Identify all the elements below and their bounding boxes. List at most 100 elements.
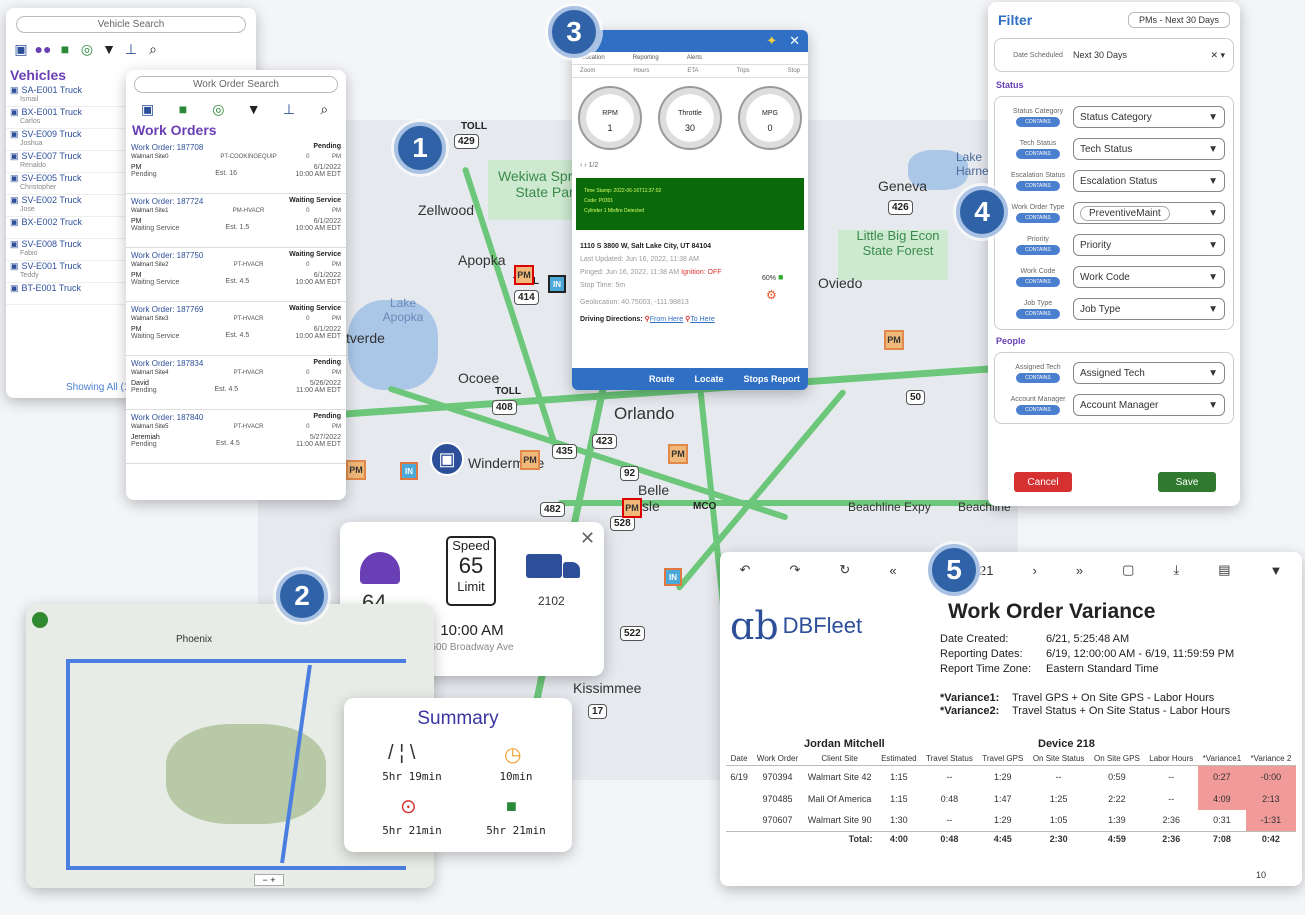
page-number[interactable]: 21 xyxy=(979,563,993,578)
from-here-link[interactable]: From Here xyxy=(650,316,683,323)
chevron-down-icon[interactable]: ▼ xyxy=(1208,144,1218,155)
filter-select[interactable]: Tech Status ▼ xyxy=(1073,138,1225,160)
clear-chevron-icon[interactable]: ✕ ▾ xyxy=(1210,50,1225,61)
contains-toggle[interactable]: CONTAINS xyxy=(1016,308,1060,319)
contains-toggle[interactable]: CONTAINS xyxy=(1016,276,1060,287)
filter-select[interactable]: Escalation Status ▼ xyxy=(1073,170,1225,192)
target-icon[interactable]: ◎ xyxy=(76,41,98,58)
workorder-list-item[interactable]: Work Order: 187724 Waiting Service Walmart… xyxy=(126,194,346,248)
contains-toggle[interactable]: CONTAINS xyxy=(1016,116,1060,127)
vehicle-search-input[interactable]: Vehicle Search xyxy=(16,16,246,33)
contains-toggle[interactable]: CONTAINS xyxy=(1016,404,1060,415)
first-page-icon[interactable]: « xyxy=(889,563,896,578)
filter-preset-select[interactable]: PMs - Next 30 Days xyxy=(1127,12,1230,28)
pm-marker[interactable]: PM xyxy=(884,330,904,350)
pm-marker[interactable]: PM xyxy=(622,498,642,518)
chevron-down-icon[interactable]: ▼ xyxy=(1208,112,1218,123)
pm-marker[interactable]: PM xyxy=(346,460,366,480)
contains-toggle[interactable]: CONTAINS xyxy=(1016,148,1060,159)
in-marker[interactable]: IN xyxy=(664,568,682,586)
bus-icon: ▣ xyxy=(10,151,19,161)
workorder-list-item[interactable]: Work Order: 187769 Waiting Service Walmart… xyxy=(126,302,346,356)
filter-select[interactable]: Status Category ▼ xyxy=(1073,106,1225,128)
filter-select[interactable]: Account Manager ▼ xyxy=(1073,394,1225,416)
briefcase-icon[interactable]: ■ xyxy=(172,101,194,118)
bus-icon[interactable]: ▣ xyxy=(10,41,32,58)
close-icon[interactable]: ✕ xyxy=(789,33,800,49)
filter-icon[interactable]: ▼ xyxy=(1270,563,1283,578)
chevron-down-icon[interactable]: ▼ xyxy=(1208,208,1218,219)
contains-toggle[interactable]: CONTAINS xyxy=(1016,372,1060,383)
last-page-icon[interactable]: » xyxy=(1076,563,1083,578)
vehicle-name: BT-E001 Truck xyxy=(21,283,82,293)
target-icon[interactable]: ◎ xyxy=(207,101,229,118)
popup-tab[interactable]: Alerts xyxy=(687,55,702,61)
workorder-list-item[interactable]: Work Order: 187834 Pending Walmart Site4 PT… xyxy=(126,356,346,410)
print-icon[interactable]: ▤ xyxy=(1218,562,1230,578)
popup-tab[interactable]: Location xyxy=(582,55,605,61)
workorder-state: Waiting Service xyxy=(131,225,180,232)
workorder-header: Work Order: 187834 Pending xyxy=(131,359,341,368)
contains-toggle[interactable]: CONTAINS xyxy=(1016,212,1060,223)
logo-mark: ɑb xyxy=(730,604,779,648)
to-here-link[interactable]: To Here xyxy=(690,316,715,323)
filter-select[interactable]: Job Type ▼ xyxy=(1073,298,1225,320)
fuel-level: 60% ■ xyxy=(762,272,784,282)
contains-toggle[interactable]: CONTAINS xyxy=(1016,180,1060,191)
filter-select[interactable]: PreventiveMaint ▼ xyxy=(1073,202,1225,224)
popup-subtab[interactable]: Zoom xyxy=(580,68,595,74)
contains-toggle[interactable]: CONTAINS xyxy=(1016,244,1060,255)
bus-icon[interactable]: ▣ xyxy=(137,101,159,118)
popup-subtab[interactable]: Stop xyxy=(788,68,800,74)
popup-subtab[interactable]: ETA xyxy=(687,68,698,74)
start-marker[interactable] xyxy=(32,612,48,628)
pm-marker[interactable]: PM xyxy=(514,265,534,285)
chevron-down-icon[interactable]: ▼ xyxy=(1208,400,1218,411)
workorder-list-item[interactable]: Work Order: 187840 Pending Walmart Site5 PT… xyxy=(126,410,346,464)
filter-select[interactable]: Priority ▼ xyxy=(1073,234,1225,256)
workorder-list-item[interactable]: Work Order: 187750 Waiting Service Walmart… xyxy=(126,248,346,302)
chevron-down-icon[interactable]: ▼ xyxy=(1208,304,1218,315)
workorder-list-item[interactable]: Work Order: 187708 Pending Walmart Site0 PT… xyxy=(126,140,346,194)
search-icon[interactable]: ⌕ xyxy=(313,101,335,118)
filter-icon[interactable]: ▼ xyxy=(98,41,120,57)
pm-marker[interactable]: PM xyxy=(668,444,688,464)
filter-icon[interactable]: ▼ xyxy=(243,101,265,118)
filter-select[interactable]: Work Code ▼ xyxy=(1073,266,1225,288)
chevron-down-icon[interactable]: ▼ xyxy=(1208,240,1218,251)
zoom-control[interactable]: − + xyxy=(254,874,284,886)
chevron-down-icon[interactable]: ▼ xyxy=(1208,368,1218,379)
pin-icon[interactable]: ⊥ xyxy=(120,41,142,58)
route-button[interactable]: Route xyxy=(649,374,675,384)
filter-select[interactable]: Assigned Tech ▼ xyxy=(1073,362,1225,384)
save-button[interactable]: Save xyxy=(1158,472,1216,492)
popup-tab[interactable]: Reporting xyxy=(633,55,659,61)
search-icon[interactable]: ⌕ xyxy=(142,41,164,58)
pin-icon[interactable]: ✦ xyxy=(766,33,777,49)
export-icon[interactable]: ⤓ xyxy=(1173,562,1179,578)
pm-marker[interactable]: PM xyxy=(520,450,540,470)
gauge-pager[interactable]: ‹ › 1/2 xyxy=(572,162,808,178)
back-icon[interactable]: ↶ xyxy=(740,562,751,578)
forward-icon[interactable]: ↷ xyxy=(789,562,800,578)
popup-subtab[interactable]: Hours xyxy=(633,68,649,74)
cancel-button[interactable]: Cancel xyxy=(1014,472,1072,492)
locate-button[interactable]: Locate xyxy=(694,374,723,384)
chevron-down-icon[interactable]: ▼ xyxy=(1208,272,1218,283)
people-icon[interactable]: ●● xyxy=(32,41,54,57)
popup-subtab[interactable]: Trips xyxy=(737,68,750,74)
document-icon[interactable]: ▢ xyxy=(1122,562,1134,578)
workorder-search-input[interactable]: Work Order Search xyxy=(134,76,338,93)
briefcase-icon[interactable]: ■ xyxy=(54,41,76,57)
chevron-down-icon[interactable]: ▼ xyxy=(1208,176,1218,187)
pin-icon[interactable]: ⊥ xyxy=(278,101,300,118)
stops-report-button[interactable]: Stops Report xyxy=(743,374,800,384)
close-icon[interactable]: ✕ xyxy=(580,528,595,549)
next-page-icon[interactable]: › xyxy=(1032,563,1036,578)
bus-icon[interactable]: ▣ xyxy=(430,442,464,476)
in-marker[interactable]: IN xyxy=(548,275,566,293)
vehicles-footer[interactable]: Showing All (10 xyxy=(66,382,135,393)
in-marker[interactable]: IN xyxy=(400,462,418,480)
date-scheduled-select[interactable]: Next 30 Days ✕ ▾ xyxy=(1073,50,1225,61)
refresh-icon[interactable]: ↻ xyxy=(839,562,850,578)
